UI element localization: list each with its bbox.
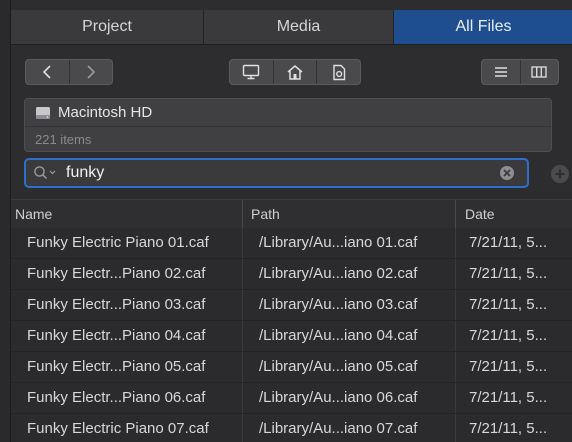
item-count: 221 items bbox=[35, 132, 92, 147]
table-header: Name Path Date bbox=[11, 199, 572, 229]
file-date: 7/21/11, 5... bbox=[469, 234, 548, 251]
search-input[interactable] bbox=[66, 162, 466, 184]
list-view-button[interactable] bbox=[482, 60, 520, 84]
list-view-icon bbox=[494, 67, 507, 77]
file-date: 7/21/11, 5... bbox=[469, 296, 548, 313]
forward-button[interactable] bbox=[69, 60, 112, 84]
column-header-date[interactable]: Date bbox=[465, 200, 495, 228]
file-list: Funky Electric Piano 01.caf /Library/Au.… bbox=[11, 228, 572, 442]
file-name: Funky Electr...Piano 03.caf bbox=[27, 296, 206, 313]
tab-project[interactable]: Project bbox=[11, 10, 204, 44]
column-view-button[interactable] bbox=[520, 60, 558, 84]
add-button[interactable] bbox=[551, 165, 569, 183]
divider bbox=[25, 126, 551, 127]
computer-button[interactable] bbox=[230, 60, 273, 84]
file-name: Funky Electr...Piano 02.caf bbox=[27, 265, 206, 282]
file-path: /Library/Au...iano 03.caf bbox=[259, 296, 418, 313]
location-label: Macintosh HD bbox=[35, 103, 152, 123]
file-name: Funky Electric Piano 07.caf bbox=[27, 420, 209, 437]
table-row[interactable]: Funky Electric Piano 01.caf /Library/Au.… bbox=[11, 228, 572, 259]
home-icon bbox=[287, 64, 303, 80]
file-name: Funky Electric Piano 01.caf bbox=[27, 234, 209, 251]
file-path: /Library/Au...iano 06.caf bbox=[259, 389, 418, 406]
column-divider[interactable] bbox=[242, 200, 243, 228]
column-header-name[interactable]: Name bbox=[15, 200, 52, 228]
chevron-right-icon bbox=[87, 65, 95, 79]
nav-buttons bbox=[25, 59, 113, 85]
table-row[interactable]: Funky Electr...Piano 06.caf /Library/Au.… bbox=[11, 383, 572, 414]
file-name: Funky Electr...Piano 05.caf bbox=[27, 358, 206, 375]
home-button[interactable] bbox=[274, 60, 317, 84]
location-box[interactable]: Macintosh HD 221 items bbox=[24, 98, 552, 152]
table-row[interactable]: Funky Electr...Piano 03.caf /Library/Au.… bbox=[11, 290, 572, 321]
table-row[interactable]: Funky Electr...Piano 02.caf /Library/Au.… bbox=[11, 259, 572, 290]
back-button[interactable] bbox=[26, 60, 69, 84]
column-view-icon bbox=[531, 66, 547, 78]
file-date: 7/21/11, 5... bbox=[469, 358, 548, 375]
table-row[interactable]: Funky Electr...Piano 05.caf /Library/Au.… bbox=[11, 352, 572, 383]
file-date: 7/21/11, 5... bbox=[469, 327, 548, 344]
computer-icon bbox=[243, 64, 260, 80]
tab-all-files[interactable]: All Files bbox=[394, 10, 572, 44]
column-divider[interactable] bbox=[455, 200, 456, 228]
clear-search-icon[interactable] bbox=[499, 165, 515, 181]
location-name: Macintosh HD bbox=[58, 104, 153, 121]
file-name: Funky Electr...Piano 04.caf bbox=[27, 327, 206, 344]
file-date: 7/21/11, 5... bbox=[469, 389, 548, 406]
location-buttons bbox=[229, 59, 361, 85]
search-field[interactable] bbox=[24, 158, 529, 188]
tab-media[interactable]: Media bbox=[204, 10, 394, 44]
column-header-path[interactable]: Path bbox=[251, 200, 280, 228]
view-buttons bbox=[481, 59, 559, 85]
project-file-icon bbox=[332, 64, 345, 80]
plus-icon bbox=[555, 169, 565, 179]
file-path: /Library/Au...iano 04.caf bbox=[259, 327, 418, 344]
hard-drive-icon bbox=[36, 107, 50, 119]
table-row[interactable]: Funky Electric Piano 07.caf /Library/Au.… bbox=[11, 414, 572, 442]
file-date: 7/21/11, 5... bbox=[469, 420, 548, 437]
file-path: /Library/Au...iano 05.caf bbox=[259, 358, 418, 375]
file-path: /Library/Au...iano 01.caf bbox=[259, 234, 418, 251]
search-icon bbox=[34, 166, 56, 180]
browser-panel: Project Media All Files Macintosh HD 221… bbox=[10, 0, 572, 442]
project-button[interactable] bbox=[317, 60, 360, 84]
file-date: 7/21/11, 5... bbox=[469, 265, 548, 282]
table-row[interactable]: Funky Electr...Piano 04.caf /Library/Au.… bbox=[11, 321, 572, 352]
chevron-left-icon bbox=[43, 65, 51, 79]
file-name: Funky Electr...Piano 06.caf bbox=[27, 389, 206, 406]
file-path: /Library/Au...iano 07.caf bbox=[259, 420, 418, 437]
file-path: /Library/Au...iano 02.caf bbox=[259, 265, 418, 282]
tab-bar: Project Media All Files bbox=[11, 10, 572, 45]
